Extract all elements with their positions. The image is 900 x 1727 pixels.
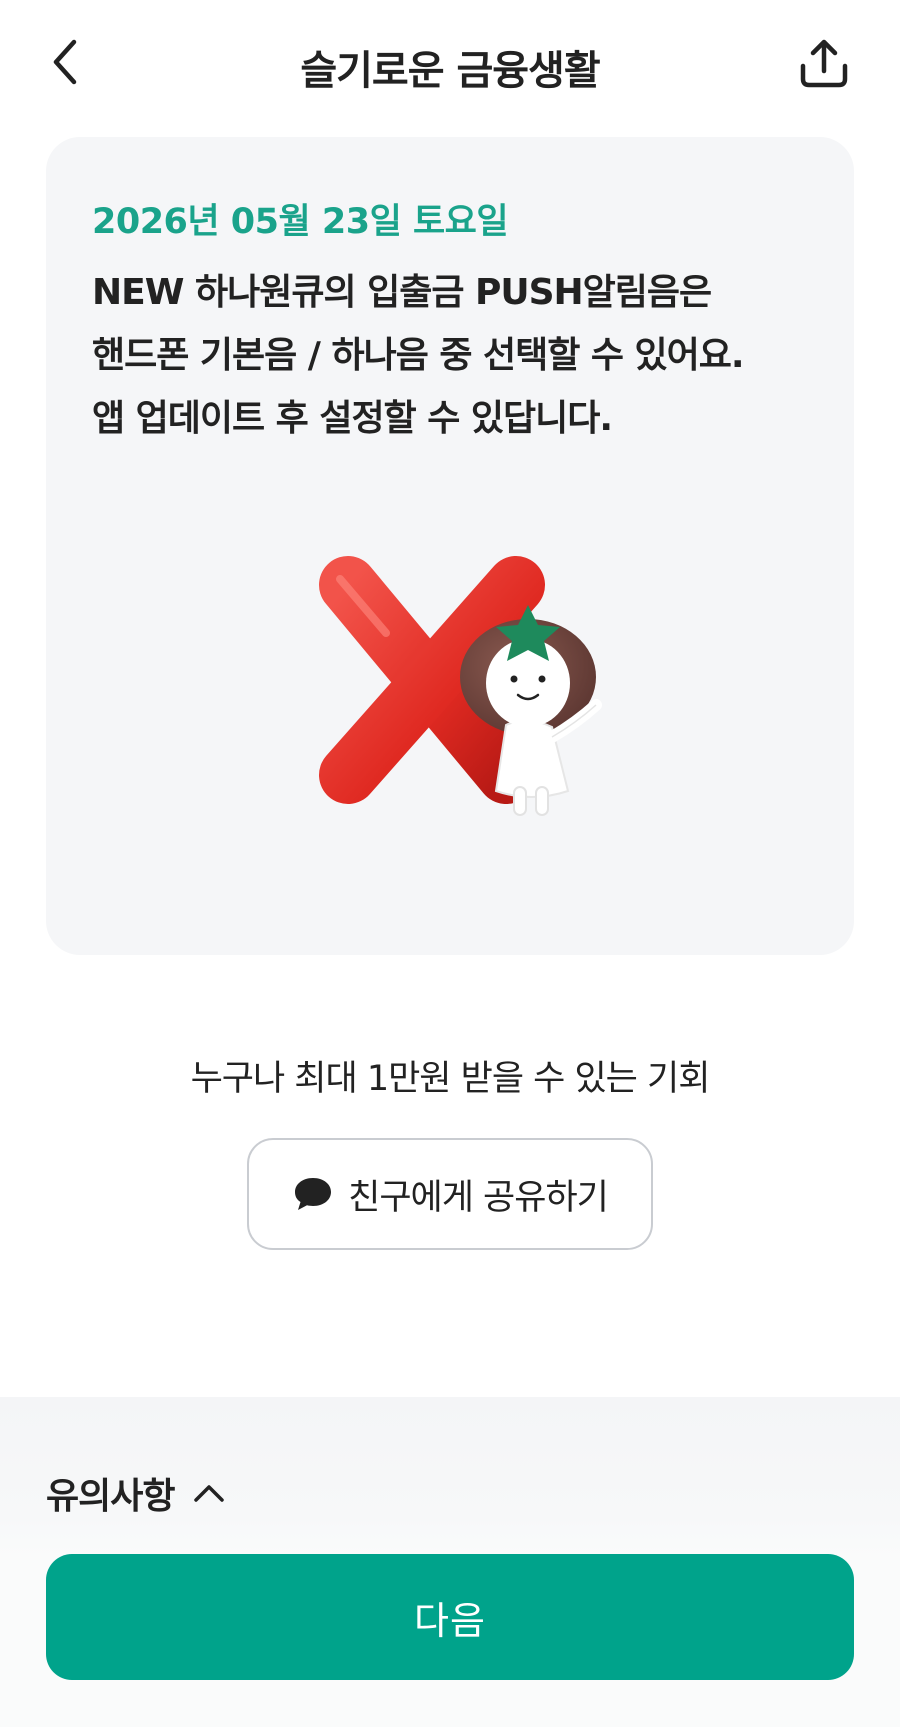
share-button[interactable] (794, 34, 854, 94)
top-nav-bar: 슬기로운 금융생활 (0, 0, 900, 130)
next-button[interactable]: 다음 (46, 1554, 854, 1680)
chevron-up-icon (194, 1485, 225, 1502)
next-button-label: 다음 (414, 1598, 486, 1643)
page-title: 슬기로운 금융생활 (300, 48, 600, 94)
share-to-friend-label: 친구에게 공유하기 (348, 1177, 609, 1218)
card-date: 2026년 05월 23일 토요일 (92, 202, 509, 242)
card-message-line: 핸드폰 기본음 / 하나음 중 선택할 수 있어요. (92, 335, 745, 376)
notice-section: 유의사항 다음 (0, 1397, 900, 1727)
share-upload-icon (800, 39, 848, 88)
notice-toggle[interactable]: 유의사항 (46, 1467, 226, 1519)
promo-text: 누구나 최대 1만원 받을 수 있는 기회 (190, 1059, 711, 1099)
notice-label: 유의사항 (46, 1476, 175, 1517)
speech-bubble-icon (295, 1178, 332, 1210)
card-message-line: 앱 업데이트 후 설정할 수 있답니다. (92, 398, 613, 439)
card-message-line: NEW 하나원큐의 입출금 PUSH알림음은 (92, 272, 712, 313)
notice-card: 2026년 05월 23일 토요일 NEW 하나원큐의 입출금 PUSH알림음은… (46, 137, 854, 955)
card-message: NEW 하나원큐의 입출금 PUSH알림음은 핸드폰 기본음 / 하나음 중 선… (92, 261, 822, 450)
red-x-mascot-illustration (319, 556, 602, 816)
app-screen: 슬기로운 금융생활 2026년 05월 23일 토요일 NEW 하나원큐의 입출… (0, 0, 900, 1727)
share-to-friend-button[interactable]: 친구에게 공유하기 (247, 1138, 653, 1250)
